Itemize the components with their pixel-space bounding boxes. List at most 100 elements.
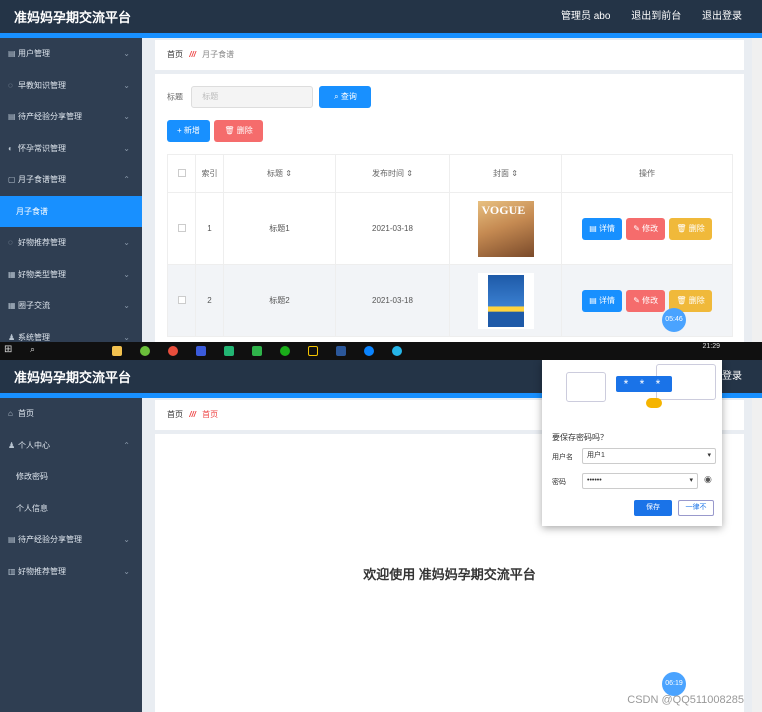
password-value: •••••• <box>587 477 602 484</box>
table-row: 2 标题2 2021-03-18 ▤ 详情 ✎ 修改 🗑 删除 <box>167 264 733 337</box>
col-date-label: 发布时间 <box>372 169 405 178</box>
logout-link[interactable]: 退出登录 <box>702 11 742 22</box>
sidebar-item[interactable]: 修改密码 <box>0 461 142 493</box>
never-save-button[interactable]: 一律不 <box>678 500 714 516</box>
save-password-dialog: * * * 要保存密码吗？ 用户名 用户1 ▾ 密码 •••••• ▾ ◉ 保存… <box>542 360 722 526</box>
word-icon[interactable] <box>336 346 346 356</box>
table-row: 1 标题1 2021-03-18 VOGUE ▤ 详情 ✎ 修改 🗑 删除 <box>167 192 733 265</box>
password-label: 密码 <box>552 479 566 486</box>
sidebar: ⌂ 首页 ♟ 个人中心 ⌃ 修改密码 个人信息 ▤ 待产经验分享管理 ⌄ ▥ 好物推荐管理 ⌄ <box>0 398 142 712</box>
delete-button[interactable]: 🗑 删除 <box>669 217 712 240</box>
sidebar-item[interactable]: ◌ 好物推荐管理 ⌄ <box>0 227 142 259</box>
app-title: 准妈妈孕期交流平台 <box>14 370 132 385</box>
breadcrumb-home[interactable]: 首页 <box>167 410 183 419</box>
sidebar-item-label: 个人中心 <box>18 440 50 450</box>
menu-icon: ◐ <box>8 143 13 153</box>
menu-icon: ◌ <box>8 238 13 247</box>
sidebar-item[interactable]: ◐ 怀孕常识管理 ⌄ <box>0 133 142 165</box>
sidebar-item[interactable]: ♟ 系统管理 ⌄ <box>0 322 142 343</box>
menu-icon: ▤ <box>8 112 16 121</box>
dropdown-arrow-icon: ▾ <box>707 452 711 459</box>
edit-button[interactable]: ✎ 修改 <box>626 289 666 312</box>
app-title: 准妈妈孕期交流平台 <box>14 10 132 25</box>
show-password-eye-icon[interactable]: ◉ <box>704 474 712 485</box>
row-cover: VOGUE <box>449 192 562 265</box>
taskbar-clock[interactable]: 21:29 <box>702 343 720 350</box>
detail-label: 详情 <box>598 295 615 305</box>
chrome-icon[interactable] <box>168 346 178 356</box>
title-search-input[interactable]: 标题 <box>191 86 314 108</box>
add-button[interactable]: + 新增 <box>167 120 210 142</box>
device-graphic <box>566 372 606 402</box>
select-all-checkbox[interactable] <box>177 168 186 177</box>
qq-icon[interactable] <box>308 346 318 356</box>
username-label: 用户名 <box>552 454 573 461</box>
delete-label: 删除 <box>688 223 705 233</box>
csdn-watermark: CSDN @QQ511008285 <box>627 694 744 706</box>
sidebar-item[interactable]: ⌂ 首页 <box>0 398 142 430</box>
detail-label: 详情 <box>598 223 615 233</box>
sidebar-item[interactable]: ▦ 好物类型管理 ⌄ <box>0 259 142 291</box>
admin-user-label: 管理员 abo <box>560 11 611 22</box>
col-title[interactable]: 标题 ⇕ <box>223 154 336 193</box>
username-select[interactable]: 用户1 ▾ <box>582 448 716 464</box>
chevron-icon: ⌄ <box>123 269 130 279</box>
search-icon[interactable]: ⌕ <box>30 344 35 355</box>
app-icon[interactable] <box>196 346 206 356</box>
delete-label: 删除 <box>688 295 705 305</box>
sidebar-item-label: 圈子交流 <box>18 301 50 310</box>
row-checkbox[interactable] <box>177 223 186 232</box>
file-explorer-icon[interactable] <box>112 346 122 356</box>
sidebar-item-label: 系统管理 <box>18 332 50 342</box>
edit-button[interactable]: ✎ 修改 <box>626 217 666 240</box>
col-cover[interactable]: 封面 ⇕ <box>449 154 562 193</box>
sidebar-item[interactable]: ▤ 待产经验分享管理 ⌄ <box>0 101 142 133</box>
breadcrumb-home[interactable]: 首页 <box>167 50 183 59</box>
select-all-cell[interactable] <box>167 154 196 193</box>
book-graphic <box>487 274 524 327</box>
dialog-title: 要保存密码吗？ <box>552 433 608 442</box>
cover-text: VOGUE <box>481 202 526 217</box>
sidebar-item[interactable]: ◌ 早教知识管理 ⌄ <box>0 70 142 102</box>
scrollbar[interactable] <box>752 398 762 712</box>
batch-delete-button[interactable]: 🗑 删除 <box>214 120 263 142</box>
wechat-icon[interactable] <box>280 346 290 356</box>
browser-360-icon[interactable] <box>140 346 150 356</box>
windows-start-icon[interactable]: ⊞ <box>4 344 12 355</box>
col-date[interactable]: 发布时间 ⇕ <box>335 154 450 193</box>
edit-label: 修改 <box>642 223 659 233</box>
app-icon[interactable] <box>252 346 262 356</box>
sidebar-item[interactable]: 月子食谱 <box>0 195 142 227</box>
back-to-front-link[interactable]: 退出到前台 <box>631 11 681 22</box>
sidebar-item[interactable]: ▥ 好物推荐管理 ⌄ <box>0 556 142 588</box>
sidebar-item[interactable]: ▤ 用户管理 ⌄ <box>0 38 142 70</box>
sidebar-item-label: 月子食谱管理 <box>18 175 66 184</box>
scrollbar[interactable] <box>752 38 762 342</box>
app-icon[interactable] <box>364 346 374 356</box>
key-icon <box>646 398 662 408</box>
recording-timer: 06:19 <box>662 672 686 696</box>
cover-image-magazine: VOGUE <box>477 200 534 257</box>
sidebar-item[interactable]: ▢ 月子食谱管理 ⌃ <box>0 164 142 196</box>
row-checkbox-cell[interactable] <box>167 264 196 337</box>
sidebar-item[interactable]: ▤ 待产经验分享管理 ⌄ <box>0 524 142 556</box>
sidebar-item[interactable]: ♟ 个人中心 ⌃ <box>0 430 142 462</box>
row-title: 标题2 <box>223 264 336 337</box>
detail-button[interactable]: ▤ 详情 <box>582 289 622 312</box>
password-select[interactable]: •••••• ▾ <box>582 473 698 489</box>
search-button[interactable]: ⌕ 查询 <box>319 86 372 108</box>
breadcrumb-current: 首页 <box>202 410 219 419</box>
sidebar-item[interactable]: 个人信息 <box>0 493 142 525</box>
chevron-icon: ⌄ <box>123 332 130 342</box>
row-checkbox[interactable] <box>177 295 186 304</box>
logout-link-partial[interactable]: 登录 <box>722 371 742 382</box>
row-checkbox-cell[interactable] <box>167 192 196 265</box>
detail-button[interactable]: ▤ 详情 <box>582 217 622 240</box>
menu-icon: ▥ <box>8 566 16 576</box>
sidebar-item[interactable]: ▦ 圈子交流 ⌄ <box>0 290 142 322</box>
app-icon[interactable] <box>224 346 234 356</box>
search-row: 标题 标题 ⌕ 查询 <box>167 86 372 108</box>
save-password-button[interactable]: 保存 <box>634 500 672 516</box>
col-index[interactable]: 索引 <box>195 154 224 193</box>
app-icon[interactable] <box>392 346 402 356</box>
